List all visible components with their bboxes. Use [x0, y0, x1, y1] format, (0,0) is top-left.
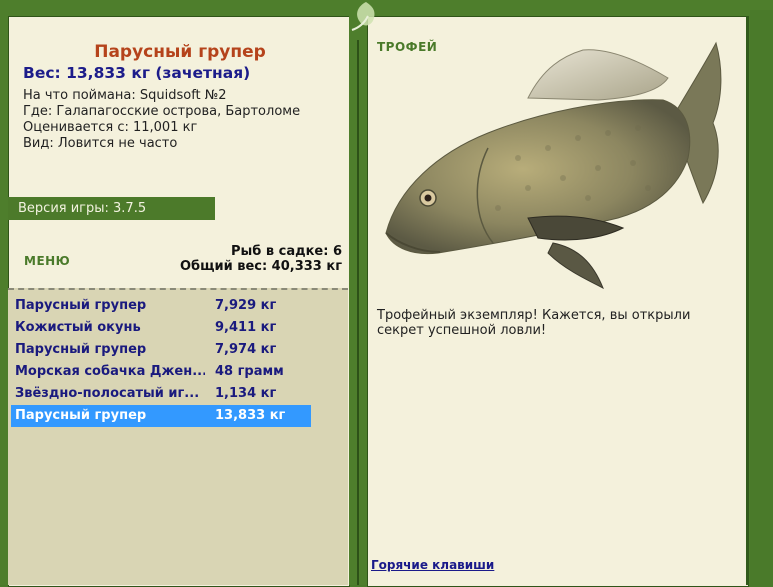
list-item-name: Парусный групер [15, 298, 147, 313]
list-item[interactable]: Звёздно-полосатый иг... 1,134 кг [11, 383, 311, 405]
total-weight: Общий вес: 40,333 кг [179, 259, 342, 274]
list-item-name: Парусный групер [15, 408, 147, 423]
right-border [746, 16, 749, 585]
trophy-message: Трофейный экземпляр! Кажется, вы открыли… [377, 308, 691, 338]
divider-line [357, 40, 359, 585]
list-item-name: Морская собачка Джен... [15, 364, 205, 379]
list-item-weight: 7,929 кг [215, 298, 277, 313]
list-item-selected[interactable]: Парусный групер 13,833 кг [11, 405, 311, 427]
fish-weight: Вес: 13,833 кг (зачетная) [23, 64, 251, 82]
right-frame-edge [750, 10, 773, 585]
game-version: Версия игры: 3.7.5 [8, 197, 215, 220]
fish-title: Парусный групер [94, 42, 266, 62]
list-item-weight: 13,833 кг [215, 408, 286, 423]
caught-with: На что поймана: Squidsoft №2 [23, 88, 227, 103]
leaf-decoration-icon [351, 2, 375, 31]
catch-list: Парусный групер 7,929 кг Кожистый окунь … [11, 295, 311, 427]
dashed-separator [8, 288, 348, 290]
catch-location: Где: Галапагосские острова, Бартоломе [23, 104, 301, 119]
hotkeys-link[interactable]: Горячие клавиши [371, 558, 494, 572]
grouper-fish-image [385, 41, 722, 290]
list-item-name: Звёздно-полосатый иг... [15, 386, 200, 401]
fish-kind: Вид: Ловится не часто [23, 136, 178, 151]
list-item-name: Кожистый окунь [15, 320, 141, 335]
list-item[interactable]: Парусный групер 7,929 кг [11, 295, 311, 317]
list-item-weight: 1,134 кг [215, 386, 277, 401]
fish-count: Рыб в садке: 6 [230, 244, 342, 259]
list-item[interactable]: Кожистый окунь 9,411 кг [11, 317, 311, 339]
list-item-name: Парусный групер [15, 342, 147, 357]
keepnet-stats: Рыб в садке: 6 Общий вес: 40,333 кг [180, 244, 342, 274]
menu-button[interactable]: МЕНЮ [24, 254, 70, 268]
list-item-weight: 7,974 кг [215, 342, 277, 357]
list-item[interactable]: Морская собачка Джен... 48 грамм [11, 361, 311, 383]
list-item-weight: 9,411 кг [215, 320, 277, 335]
valued-from: Оценивается с: 11,001 кг [23, 120, 198, 135]
list-item[interactable]: Парусный групер 7,974 кг [11, 339, 311, 361]
list-item-weight: 48 грамм [215, 364, 284, 379]
